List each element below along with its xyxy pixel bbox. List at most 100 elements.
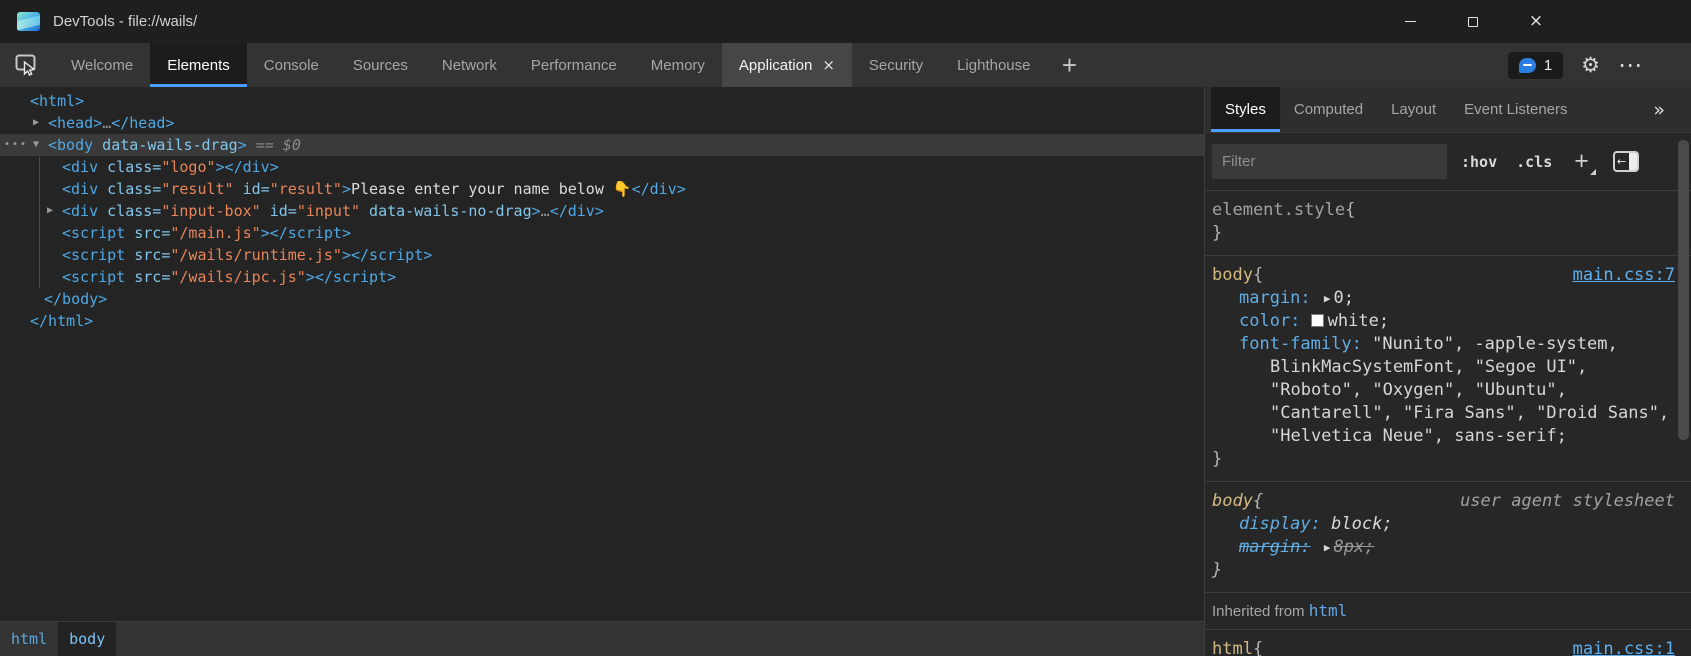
sidebar-tab-computed[interactable]: Computed bbox=[1280, 87, 1377, 132]
code-token: id= bbox=[234, 180, 270, 198]
tab-performance[interactable]: Performance bbox=[514, 43, 634, 87]
css-property[interactable]: font-family: bbox=[1239, 334, 1362, 354]
tab-memory[interactable]: Memory bbox=[634, 43, 722, 87]
more-tools-button[interactable]: + bbox=[1047, 43, 1091, 87]
css-declaration[interactable]: font-family: "Nunito", -apple-system, bbox=[1212, 333, 1691, 356]
stylesheet-link[interactable]: main.css:1 bbox=[1573, 638, 1675, 656]
customize-menu-button[interactable]: ⋯ bbox=[1618, 51, 1643, 79]
sidebar-tab-event-listeners[interactable]: Event Listeners bbox=[1450, 87, 1581, 132]
tab-elements[interactable]: Elements bbox=[150, 43, 247, 87]
styles-scrollbar[interactable] bbox=[1678, 140, 1689, 440]
expand-shorthand-icon[interactable]: ▶ bbox=[1324, 287, 1331, 310]
tab-application[interactable]: Application× bbox=[722, 43, 852, 87]
window-title: DevTools - file://wails/ bbox=[53, 13, 197, 30]
dom-tree-row[interactable]: <html> bbox=[0, 90, 1204, 112]
css-property[interactable]: color: bbox=[1239, 311, 1300, 331]
toggle-element-state-button[interactable]: :hov bbox=[1461, 153, 1497, 171]
tab-label: Elements bbox=[167, 57, 230, 74]
styles-filter-input[interactable] bbox=[1212, 144, 1447, 179]
breadcrumb: htmlbody bbox=[0, 621, 1204, 656]
expand-arrow-icon[interactable]: ▶ bbox=[47, 200, 53, 222]
collapse-arrow-icon[interactable]: ▼ bbox=[33, 134, 39, 156]
css-property[interactable]: display: bbox=[1239, 514, 1321, 534]
styles-sidebar: Styles Computed LayoutEvent Listeners » :ho… bbox=[1205, 87, 1691, 656]
code-token: <script bbox=[62, 268, 125, 286]
css-selector[interactable]: body bbox=[1212, 490, 1253, 513]
chat-bubble-icon bbox=[1519, 58, 1536, 73]
css-selector[interactable]: html bbox=[1212, 638, 1253, 656]
tab-console[interactable]: Console bbox=[247, 43, 336, 87]
dom-tree-row[interactable]: •••▼<body data-wails-drag> == $0 bbox=[0, 134, 1204, 156]
maximize-button[interactable] bbox=[1450, 0, 1496, 43]
dom-tree-row[interactable]: <div class="logo"></div> bbox=[0, 156, 1204, 178]
minimize-icon bbox=[1405, 21, 1416, 22]
close-tab-icon[interactable]: × bbox=[822, 56, 835, 74]
dom-tree-row[interactable]: <script src="/wails/runtime.js"></script… bbox=[0, 244, 1204, 266]
open-brace: { bbox=[1253, 490, 1263, 513]
tab-security[interactable]: Security bbox=[852, 43, 940, 87]
css-declaration[interactable]: display: block; bbox=[1212, 513, 1691, 536]
css-value[interactable]: white; bbox=[1328, 311, 1389, 331]
sidebar-tab-layout[interactable]: Layout bbox=[1377, 87, 1450, 132]
breadcrumb-item-html[interactable]: html bbox=[0, 622, 58, 656]
dom-tree-row[interactable]: ▶<head>…</head> bbox=[0, 112, 1204, 134]
open-brace: { bbox=[1345, 199, 1355, 222]
overflow-chevron-icon[interactable]: » bbox=[1653, 87, 1665, 132]
devtools-window: { "window": { "title": "DevTools - file:… bbox=[0, 0, 1691, 656]
dom-tree: <html>▶<head>…</head>•••▼<body data-wail… bbox=[0, 87, 1204, 621]
notifications-button[interactable]: 1 bbox=[1508, 52, 1563, 79]
inherited-node-link[interactable]: html bbox=[1309, 601, 1348, 620]
close-icon: × bbox=[1529, 13, 1543, 30]
expand-arrow-icon[interactable]: ▶ bbox=[33, 112, 39, 134]
dom-tree-row[interactable]: </body> bbox=[0, 288, 1204, 310]
inspect-element-button[interactable] bbox=[0, 43, 54, 87]
dom-tree-row[interactable]: <div class="result" id="result">Please e… bbox=[0, 178, 1204, 200]
css-value-continued: "Cantarell", "Fira Sans", "Droid Sans", bbox=[1212, 402, 1691, 425]
css-property[interactable]: margin: bbox=[1239, 288, 1311, 308]
code-token: </body> bbox=[44, 290, 107, 308]
dom-tree-row[interactable]: <script src="/main.js"></script> bbox=[0, 222, 1204, 244]
css-value[interactable]: block; bbox=[1331, 514, 1392, 534]
notification-count: 1 bbox=[1544, 57, 1552, 74]
breadcrumb-item-body[interactable]: body bbox=[58, 622, 116, 656]
dom-tree-row[interactable]: <script src="/wails/ipc.js"></script> bbox=[0, 266, 1204, 288]
row-actions-icon[interactable]: ••• bbox=[4, 134, 28, 156]
dom-tree-row[interactable]: ▶<div class="input-box" id="input" data-… bbox=[0, 200, 1204, 222]
color-swatch-icon[interactable] bbox=[1311, 314, 1324, 327]
settings-button[interactable]: ⚙ bbox=[1581, 53, 1600, 77]
dom-tree-row[interactable]: </html> bbox=[0, 310, 1204, 332]
expand-shorthand-icon[interactable]: ▶ bbox=[1324, 536, 1331, 559]
close-window-button[interactable]: × bbox=[1513, 0, 1559, 43]
close-brace: } bbox=[1212, 448, 1691, 471]
code-token: "/wails/runtime.js" bbox=[170, 246, 342, 264]
element-classes-button[interactable]: .cls bbox=[1516, 153, 1552, 171]
code-token: > bbox=[238, 136, 247, 154]
code-token: Please enter your name below bbox=[351, 180, 613, 198]
inherited-from-label: Inherited from html bbox=[1205, 592, 1691, 629]
tab-lighthouse[interactable]: Lighthouse bbox=[940, 43, 1047, 87]
new-style-rule-button[interactable]: + bbox=[1574, 149, 1589, 174]
css-selector[interactable]: element.style bbox=[1212, 199, 1345, 222]
code-token: ></div> bbox=[216, 158, 279, 176]
css-declaration[interactable]: margin: ▶0; bbox=[1212, 287, 1691, 310]
css-declaration[interactable]: margin: ▶8px; bbox=[1212, 536, 1691, 559]
css-property[interactable]: margin: bbox=[1239, 537, 1311, 557]
tab-welcome[interactable]: Welcome bbox=[54, 43, 150, 87]
css-value[interactable]: "Nunito", -apple-system, bbox=[1372, 334, 1618, 354]
code-token: data-wails-no-drag bbox=[360, 202, 532, 220]
css-value[interactable]: 8px; bbox=[1334, 537, 1375, 557]
minimize-button[interactable] bbox=[1387, 0, 1433, 43]
tab-label: Performance bbox=[531, 57, 617, 74]
tab-network[interactable]: Network bbox=[425, 43, 514, 87]
css-declaration[interactable]: color: white; bbox=[1212, 310, 1691, 333]
sidebar-tab-label: Computed bbox=[1294, 101, 1363, 118]
code-token: == $0 bbox=[247, 136, 301, 154]
computed-sidebar-toggle-icon[interactable] bbox=[1613, 151, 1639, 172]
css-value[interactable]: 0; bbox=[1334, 288, 1354, 308]
sidebar-tab-styles[interactable]: Styles bbox=[1211, 87, 1280, 132]
tab-sources[interactable]: Sources bbox=[336, 43, 425, 87]
code-token: "result" bbox=[161, 180, 233, 198]
css-selector[interactable]: body bbox=[1212, 264, 1253, 287]
inspect-icon bbox=[15, 54, 39, 76]
stylesheet-link[interactable]: main.css:7 bbox=[1573, 264, 1675, 287]
